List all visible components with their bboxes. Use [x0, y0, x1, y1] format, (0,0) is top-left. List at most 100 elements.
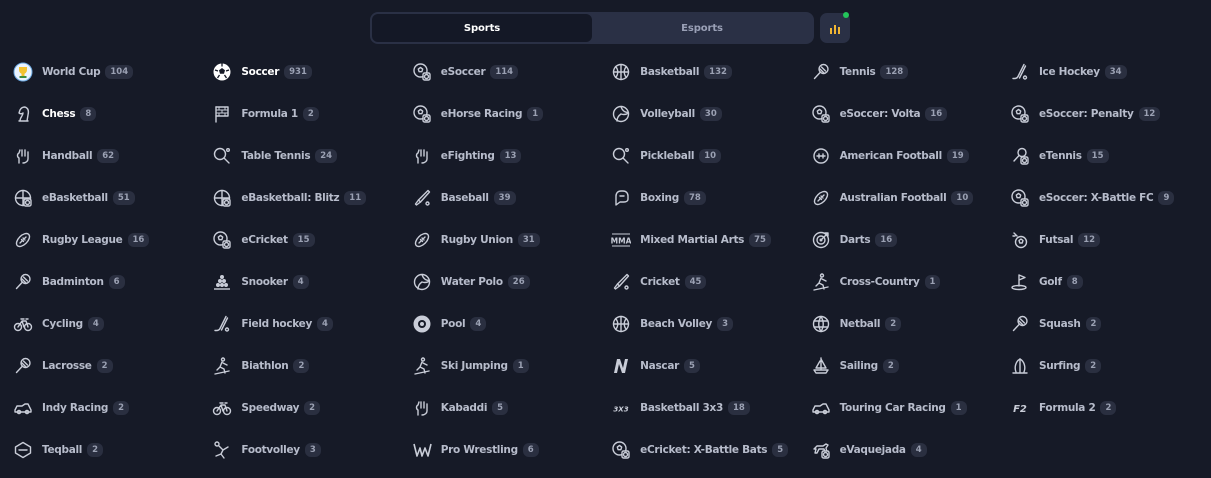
mma-icon: MMA [610, 229, 632, 251]
event-count-badge: 3 [304, 443, 321, 457]
sport-item[interactable]: Formula 1 2 [211, 93, 410, 135]
sport-item[interactable]: Pro Wrestling 6 [411, 429, 610, 471]
sport-item[interactable]: Indy Racing 2 [12, 387, 211, 429]
handball-icon [12, 145, 34, 167]
sport-item[interactable]: Footvolley 3 [211, 429, 410, 471]
volleyball-icon [610, 103, 632, 125]
event-count-badge: 2 [87, 443, 104, 457]
sport-item[interactable]: Touring Car Racing 1 [810, 387, 1009, 429]
darts-icon [810, 229, 832, 251]
sport-item[interactable]: Australian Football 10 [810, 177, 1009, 219]
event-count-badge: 6 [522, 443, 539, 457]
sport-name: Beach Volley [640, 318, 713, 330]
sport-item[interactable]: Biathlon 2 [211, 345, 410, 387]
sport-item[interactable]: eBasketball 51 [12, 177, 211, 219]
sport-item[interactable]: Pool 4 [411, 303, 610, 345]
sport-name: Cycling [42, 318, 83, 330]
sport-item[interactable]: Soccer 931 [211, 51, 410, 93]
event-count-badge: 4 [470, 317, 487, 331]
sport-item[interactable]: Rugby Union 31 [411, 219, 610, 261]
sport-item[interactable]: American Football 19 [810, 135, 1009, 177]
sport-item[interactable]: Teqball 2 [12, 429, 211, 471]
sport-item[interactable]: F2 Formula 2 2 [1009, 387, 1208, 429]
sport-item[interactable]: eSoccer: X-Battle FC 9 [1009, 177, 1208, 219]
statistics-button[interactable] [820, 12, 850, 43]
sport-name: Rugby League [42, 234, 123, 246]
sport-item[interactable]: Kabaddi 5 [411, 387, 610, 429]
event-count-badge: 5 [492, 401, 509, 415]
sport-name: eBasketball: Blitz [241, 192, 340, 204]
event-count-badge: 114 [490, 65, 519, 79]
sport-name: eFighting [440, 150, 495, 162]
sport-name: eTennis [1038, 150, 1082, 162]
sport-item[interactable]: Table Tennis 24 [211, 135, 410, 177]
teqball-icon [12, 439, 34, 461]
sport-item[interactable]: Chess 8 [12, 93, 211, 135]
sport-item[interactable]: Nascar 5 [610, 345, 809, 387]
sport-name: eSoccer: Volta [839, 108, 921, 120]
sport-item[interactable]: eCricket: X-Battle Bats 5 [610, 429, 809, 471]
sport-item[interactable]: Water Polo 26 [411, 261, 610, 303]
sport-item[interactable]: eSoccer: Penalty 12 [1009, 93, 1208, 135]
sport-item[interactable]: eBasketball: Blitz 11 [211, 177, 410, 219]
sport-item[interactable]: Netball 2 [810, 303, 1009, 345]
event-count-badge: 2 [113, 401, 130, 415]
sport-name: Baseball [440, 192, 489, 204]
sport-item[interactable]: Volleyball 30 [610, 93, 809, 135]
sport-name: eSoccer: X-Battle FC [1038, 192, 1154, 204]
event-count-badge: 931 [284, 65, 312, 79]
sport-item[interactable]: Handball 62 [12, 135, 211, 177]
tab-esports[interactable]: Esports [592, 14, 812, 42]
sport-item[interactable]: eCricket 15 [211, 219, 410, 261]
sport-item[interactable]: Basketball 132 [610, 51, 809, 93]
sport-item[interactable]: Badminton 6 [12, 261, 211, 303]
sport-name: Formula 2 [1038, 402, 1096, 414]
event-count-badge: 4 [292, 275, 309, 289]
sport-item[interactable]: Sailing 2 [810, 345, 1009, 387]
sport-item[interactable]: MMA Mixed Martial Arts 75 [610, 219, 809, 261]
sport-item[interactable]: eSoccer 114 [411, 51, 610, 93]
sport-item[interactable]: eVaquejada 4 [810, 429, 1009, 471]
esoccer-icon [411, 61, 433, 83]
sport-item[interactable]: Surfing 2 [1009, 345, 1208, 387]
sport-item[interactable]: eHorse Racing 1 [411, 93, 610, 135]
sport-type-switcher: Sports Esports [370, 12, 814, 44]
sport-item[interactable]: World Cup 104 [12, 51, 211, 93]
american-football-icon [810, 145, 832, 167]
ice-hockey-icon [1009, 61, 1031, 83]
sport-item[interactable]: eFighting 13 [411, 135, 610, 177]
sport-item[interactable]: Tennis 128 [810, 51, 1009, 93]
sport-item[interactable]: Ski Jumping 1 [411, 345, 610, 387]
sport-item[interactable]: Futsal 12 [1009, 219, 1208, 261]
event-count-badge: 2 [1085, 359, 1102, 373]
sport-item[interactable]: Snooker 4 [211, 261, 410, 303]
sport-item[interactable]: Ice Hockey 34 [1009, 51, 1208, 93]
sport-name: Table Tennis [241, 150, 311, 162]
bar-chart-icon [829, 19, 841, 38]
sport-item[interactable]: eSoccer: Volta 16 [810, 93, 1009, 135]
sport-item[interactable]: Boxing 78 [610, 177, 809, 219]
sport-item[interactable]: Cricket 45 [610, 261, 809, 303]
sport-item[interactable]: Golf 8 [1009, 261, 1208, 303]
tab-sports[interactable]: Sports [372, 14, 592, 42]
event-count-badge: 51 [112, 191, 135, 205]
sport-item[interactable]: Field hockey 4 [211, 303, 410, 345]
sport-item[interactable]: Speedway 2 [211, 387, 410, 429]
sport-item[interactable]: Pickleball 10 [610, 135, 809, 177]
sport-item[interactable]: Lacrosse 2 [12, 345, 211, 387]
sport-item[interactable]: Cycling 4 [12, 303, 211, 345]
rugby-ball-icon [12, 229, 34, 251]
event-count-badge: 31 [517, 233, 540, 247]
sport-item[interactable]: 3X3 Basketball 3x3 18 [610, 387, 809, 429]
checkered-flag-icon [211, 103, 233, 125]
sport-item[interactable]: eTennis 15 [1009, 135, 1208, 177]
event-count-badge: 2 [1100, 401, 1117, 415]
sport-item[interactable]: Darts 16 [810, 219, 1009, 261]
sport-name: Chess [42, 108, 76, 120]
sport-item[interactable]: Rugby League 16 [12, 219, 211, 261]
sport-item[interactable]: Squash 2 [1009, 303, 1208, 345]
sport-item[interactable]: Beach Volley 3 [610, 303, 809, 345]
sport-item[interactable]: Baseball 39 [411, 177, 610, 219]
esoccer-penalty-icon [1009, 103, 1031, 125]
sport-item[interactable]: Cross-Country 1 [810, 261, 1009, 303]
